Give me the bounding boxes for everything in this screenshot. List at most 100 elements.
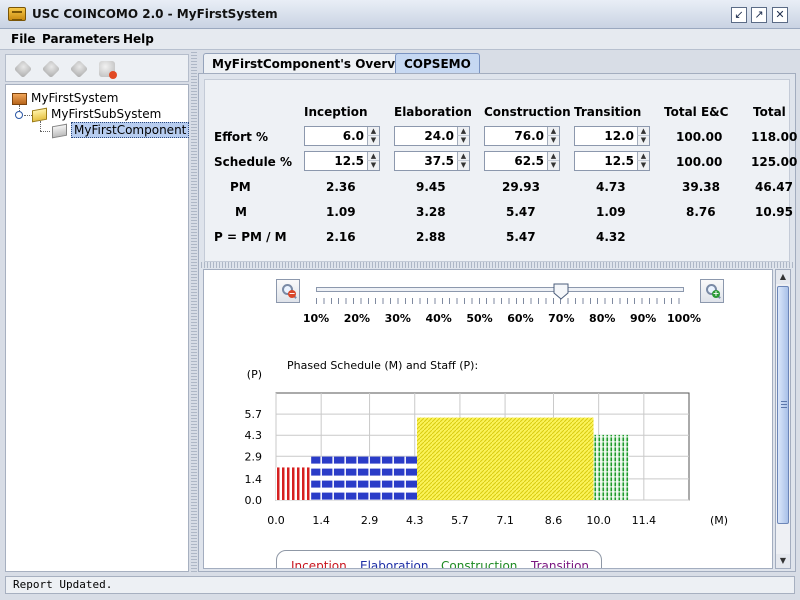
m-total-ec: 8.76	[686, 205, 716, 219]
legend-inception: Inception	[291, 559, 347, 569]
copsemo-panel: Inception Elaboration Construction Trans…	[198, 73, 797, 572]
x-tick-label: 2.9	[361, 514, 379, 527]
system-icon	[12, 92, 27, 105]
header-elaboration: Elaboration	[394, 105, 472, 119]
bar-stripe	[610, 434, 612, 500]
y-tick-label: 5.7	[245, 408, 263, 421]
schedule-total-ec: 100.00	[676, 155, 723, 169]
legend-elaboration: Elaboration	[360, 559, 429, 569]
x-tick-label: 7.1	[496, 514, 514, 527]
bar-stripe	[602, 434, 604, 500]
p-construction: 5.47	[506, 230, 536, 244]
x-axis-label: (M)	[710, 514, 728, 527]
pm-total: 46.47	[755, 180, 793, 194]
pm-transition: 4.73	[596, 180, 626, 194]
maximize-icon[interactable]: ↗	[751, 7, 767, 23]
bar-stripe	[311, 456, 418, 464]
chart-panel: − 10% 20% 30% 40% 50% 60% 70% 80% 90% 100% + Phas…	[203, 269, 773, 569]
menu-help[interactable]: Help	[123, 32, 154, 46]
p-transition: 4.32	[596, 230, 626, 244]
bar-stripe	[311, 492, 418, 500]
effort-total-ec: 100.00	[676, 130, 723, 144]
row-label-pm: PM	[230, 180, 251, 194]
minimize-icon[interactable]: ↙	[731, 7, 747, 23]
x-tick-label: 4.3	[406, 514, 424, 527]
add-subsystem-icon[interactable]	[41, 59, 61, 79]
tab-overview[interactable]: MyFirstComponent's Overview	[203, 53, 428, 74]
scrollbar-thumb[interactable]	[777, 286, 789, 524]
legend-transition: Transition	[531, 559, 590, 569]
close-icon[interactable]: ✕	[772, 7, 788, 23]
schedule-inception-spinner[interactable]: 12.5 ▲ ▼	[304, 151, 380, 171]
horizontal-splitter[interactable]	[199, 262, 795, 268]
tab-copsemo[interactable]: COPSEMO	[395, 53, 480, 74]
y-axis-label: (P)	[247, 368, 262, 381]
title-bar: USC COINCOMO 2.0 - MyFirstSystem ↙ ↗ ✕	[0, 0, 800, 29]
m-elaboration: 3.28	[416, 205, 446, 219]
pm-construction: 29.93	[502, 180, 540, 194]
bar-stripe	[307, 467, 310, 500]
effort-table: Inception Elaboration Construction Trans…	[204, 79, 797, 262]
project-tree: MyFirstSystem MyFirstSubSystem MyFirstCo…	[5, 84, 190, 572]
row-label-schedule: Schedule %	[214, 155, 293, 169]
header-construction: Construction	[484, 105, 571, 119]
scroll-up-icon[interactable]: ▲	[776, 270, 790, 284]
component-icon	[52, 123, 67, 138]
bar-stripe	[297, 467, 300, 500]
bar-stripe	[606, 434, 608, 500]
x-tick-label: 8.6	[545, 514, 563, 527]
y-tick-label: 1.4	[245, 473, 263, 486]
subsystem-icon	[32, 107, 47, 122]
effort-total: 118.00	[751, 130, 798, 144]
chart-legend: Inception Elaboration Construction Trans…	[276, 550, 602, 569]
m-transition: 1.09	[596, 205, 626, 219]
header-total: Total	[753, 105, 786, 119]
row-label-p: P = PM / M	[214, 230, 287, 244]
bar-construction	[417, 417, 594, 500]
chart-scrollbar[interactable]: ▲ ▼	[775, 269, 791, 569]
window-title: USC COINCOMO 2.0 - MyFirstSystem	[32, 7, 278, 21]
bar-stripe	[311, 480, 418, 488]
header-transition: Transition	[574, 105, 642, 119]
tree-item-subsystem[interactable]: MyFirstSubSystem	[32, 107, 161, 123]
legend-construction: Construction	[441, 559, 518, 569]
tree-item-system[interactable]: MyFirstSystem	[12, 91, 118, 107]
m-construction: 5.47	[506, 205, 536, 219]
schedule-transition-spinner[interactable]: 12.5 ▲ ▼	[574, 151, 650, 171]
effort-construction-spinner[interactable]: 76.0 ▲ ▼	[484, 126, 560, 146]
bar-stripe	[614, 434, 616, 500]
p-elaboration: 2.88	[416, 230, 446, 244]
pm-total-ec: 39.38	[682, 180, 720, 194]
add-system-icon[interactable]	[13, 59, 33, 79]
schedule-elaboration-spinner[interactable]: 37.5 ▲ ▼	[394, 151, 470, 171]
x-tick-label: 5.7	[451, 514, 469, 527]
effort-elaboration-spinner[interactable]: 24.0 ▲ ▼	[394, 126, 470, 146]
effort-transition-spinner[interactable]: 12.0 ▲ ▼	[574, 126, 650, 146]
bar-stripe	[618, 434, 620, 500]
row-label-m: M	[235, 205, 247, 219]
bar-stripe	[277, 467, 280, 500]
expand-toggle-icon[interactable]	[15, 111, 23, 119]
pm-inception: 2.36	[326, 180, 356, 194]
bar-stripe	[311, 468, 418, 476]
add-component-icon[interactable]	[69, 59, 89, 79]
y-tick-label: 2.9	[245, 450, 263, 463]
scroll-down-icon[interactable]: ▼	[776, 554, 790, 568]
delete-icon[interactable]	[99, 61, 117, 79]
pm-elaboration: 9.45	[416, 180, 446, 194]
status-text: Report Updated.	[13, 578, 113, 591]
tree-item-component[interactable]: MyFirstComponent	[52, 122, 190, 139]
effort-inception-spinner[interactable]: 6.0 ▲ ▼	[304, 126, 380, 146]
bar-stripe	[626, 434, 628, 500]
menu-bar: File Parameters Help	[0, 29, 800, 50]
schedule-total: 125.00	[751, 155, 798, 169]
bar-stripe	[302, 467, 305, 500]
bar-stripe	[622, 434, 624, 500]
x-tick-label: 1.4	[312, 514, 330, 527]
menu-file[interactable]: File	[11, 32, 36, 46]
vertical-splitter[interactable]	[191, 50, 197, 573]
x-tick-label: 11.4	[632, 514, 657, 527]
app-icon	[8, 7, 26, 21]
menu-parameters[interactable]: Parameters	[42, 32, 120, 46]
schedule-construction-spinner[interactable]: 62.5 ▲ ▼	[484, 151, 560, 171]
